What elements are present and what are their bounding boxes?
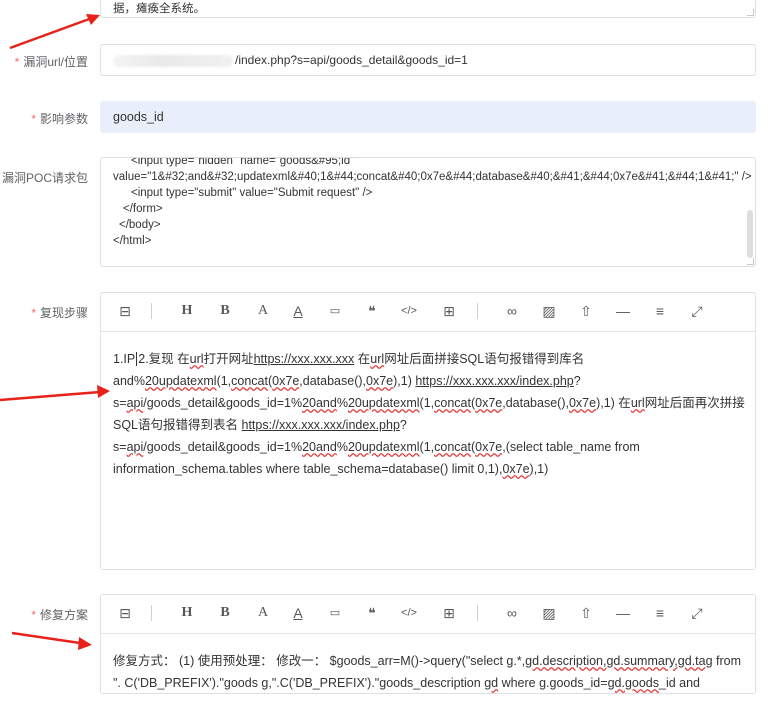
- underline-icon[interactable]: A: [290, 603, 306, 623]
- redacted-host: [113, 54, 233, 67]
- font-color-icon[interactable]: A: [255, 301, 271, 321]
- poc-row: *漏洞POC请求包 <input type="hidden" name="goo…: [0, 157, 776, 267]
- poc-line: value="1&#32;and&#32;updatexml&#40;1&#44…: [113, 171, 752, 183]
- poc-label: *漏洞POC请求包: [1, 171, 88, 185]
- upload-icon[interactable]: ⇧: [578, 301, 594, 321]
- heading-icon[interactable]: H: [179, 301, 195, 321]
- code-block-icon[interactable]: ▭: [327, 301, 343, 321]
- param-input[interactable]: goods_id: [100, 101, 756, 133]
- url-value: /index.php?s=api/goods_detail&goods_id=1: [235, 53, 468, 67]
- poc-textarea[interactable]: <input type="hidden" name="goods&#95;id"…: [100, 157, 756, 267]
- quote-icon[interactable]: ❝: [364, 603, 380, 623]
- toolbar-divider: [151, 303, 152, 319]
- url-input[interactable]: /index.php?s=api/goods_detail&goods_id=1: [100, 44, 756, 76]
- repro-line: and%20updatexml(1,concat(0x7e,database()…: [113, 374, 581, 388]
- repro-row: * 复现步骤 ⊟ H B A A ▭ ❝ </> ⊞ ∞ ▨ ⇧ — ≡ ⤢ 1.…: [0, 292, 776, 570]
- align-icon[interactable]: ≡: [652, 603, 668, 623]
- code-icon[interactable]: </>: [401, 301, 417, 321]
- bold-icon[interactable]: B: [217, 603, 233, 623]
- font-color-icon[interactable]: A: [255, 603, 271, 623]
- fix-toolbar: ⊟ H B A A ▭ ❝ </> ⊞ ∞ ▨ ⇧ — ≡ ⤢: [101, 595, 755, 634]
- underline-icon[interactable]: A: [290, 301, 306, 321]
- toolbar-divider: [151, 605, 152, 621]
- repro-content[interactable]: 1.IP 2.复现 在url打开网址https://xxx.xxx.xxx 在ur…: [101, 332, 755, 496]
- fullscreen-icon[interactable]: ⤢: [689, 603, 705, 623]
- repro-line: SQL语句报错得到表名 https://xxx.xxx.xxx/index.ph…: [113, 418, 407, 432]
- repro-editor: ⊟ H B A A ▭ ❝ </> ⊞ ∞ ▨ ⇧ — ≡ ⤢ 1.IP 2.复现…: [100, 292, 756, 570]
- annotation-arrow-middle: [0, 385, 110, 402]
- repro-line: 1.IP 2.复现 在url打开网址https://xxx.xxx.xxx 在ur…: [113, 352, 585, 366]
- quote-icon[interactable]: ❝: [364, 301, 380, 321]
- horizontal-rule-icon[interactable]: —: [615, 301, 631, 321]
- repro-label: * 复现步骤: [31, 306, 88, 320]
- annotation-arrow-top: [9, 14, 100, 50]
- upload-icon[interactable]: ⇧: [578, 603, 594, 623]
- code-icon[interactable]: </>: [401, 603, 417, 623]
- description-text: 据，瘫痪全系统。: [113, 3, 205, 15]
- poc-line: <input type="submit" value="Submit reque…: [131, 187, 373, 199]
- fix-line: ". C('DB_PREFIX')."goods g,".C('DB_PREFI…: [113, 676, 701, 690]
- poc-line: </html>: [113, 235, 152, 247]
- fix-editor: ⊟ H B A A ▭ ❝ </> ⊞ ∞ ▨ ⇧ — ≡ ⤢ 修复方式： (1…: [100, 594, 756, 694]
- annotation-arrow-bottom: [11, 631, 92, 650]
- eraser-icon[interactable]: ⊟: [117, 301, 133, 321]
- table-icon[interactable]: ⊞: [441, 603, 457, 623]
- repro-line: s=api/goods_detail&goods_id=1%20and%20up…: [113, 440, 640, 454]
- param-row: * 影响参数 goods_id: [0, 101, 776, 133]
- poc-resize-handle[interactable]: [747, 258, 754, 265]
- poc-line: </form>: [123, 203, 163, 215]
- eraser-icon[interactable]: ⊟: [117, 603, 133, 623]
- fullscreen-icon[interactable]: ⤢: [689, 301, 705, 321]
- image-icon[interactable]: ▨: [541, 603, 557, 623]
- align-icon[interactable]: ≡: [652, 301, 668, 321]
- fix-row: * 修复方案 ⊟ H B A A ▭ ❝ </> ⊞ ∞ ▨ ⇧ — ≡ ⤢ 修复…: [0, 594, 776, 694]
- description-textarea[interactable]: 据，瘫痪全系统。: [100, 0, 756, 18]
- fix-content[interactable]: 修复方式： (1) 使用预处理： 修改一： $goods_arr=M()->qu…: [101, 634, 755, 710]
- toolbar-divider: [477, 303, 478, 319]
- heading-icon[interactable]: H: [179, 603, 195, 623]
- poc-scrollbar[interactable]: [747, 210, 753, 258]
- poc-line: <input type="hidden" name="goods&#95;id": [131, 157, 355, 167]
- image-icon[interactable]: ▨: [541, 301, 557, 321]
- bold-icon[interactable]: B: [217, 301, 233, 321]
- link-icon[interactable]: ∞: [504, 603, 520, 623]
- fix-label: * 修复方案: [31, 608, 88, 622]
- fix-line: 修复方式： (1) 使用预处理： 修改一： $goods_arr=M()->qu…: [113, 654, 742, 668]
- table-icon[interactable]: ⊞: [441, 301, 457, 321]
- link-icon[interactable]: ∞: [504, 301, 520, 321]
- resize-handle[interactable]: [747, 9, 754, 16]
- repro-line: information_schema.tables where table_sc…: [113, 462, 549, 476]
- param-value: goods_id: [113, 110, 164, 124]
- poc-line: </body>: [119, 219, 161, 231]
- repro-line: s=api/goods_detail&goods_id=1%20and%20up…: [113, 396, 745, 410]
- code-block-icon[interactable]: ▭: [327, 603, 343, 623]
- toolbar-divider: [477, 605, 478, 621]
- repro-toolbar: ⊟ H B A A ▭ ❝ </> ⊞ ∞ ▨ ⇧ — ≡ ⤢: [101, 293, 755, 332]
- param-label: * 影响参数: [31, 112, 88, 126]
- horizontal-rule-icon[interactable]: —: [615, 603, 631, 623]
